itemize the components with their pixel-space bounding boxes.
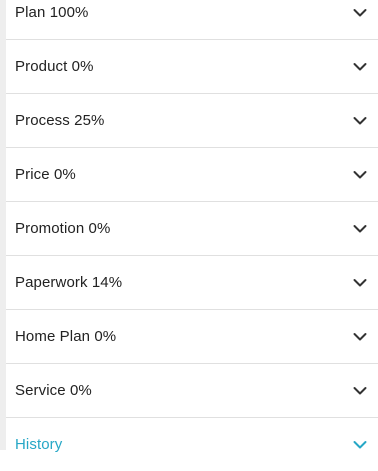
chevron-down-icon[interactable] (352, 383, 368, 399)
chevron-down-icon[interactable] (352, 5, 368, 21)
section-label: Process 25% (15, 112, 105, 129)
chevron-down-icon[interactable] (352, 329, 368, 345)
section-label: Home Plan 0% (15, 328, 117, 345)
section-label: Service 0% (15, 382, 92, 399)
chevron-down-icon[interactable] (352, 437, 368, 453)
section-home-plan[interactable]: Home Plan 0% (6, 310, 378, 364)
chevron-down-icon[interactable] (352, 113, 368, 129)
section-product[interactable]: Product 0% (6, 40, 378, 94)
chevron-down-icon[interactable] (352, 275, 368, 291)
section-label: Plan 100% (15, 4, 89, 21)
section-label: Paperwork 14% (15, 274, 123, 291)
chevron-down-icon[interactable] (352, 167, 368, 183)
section-paperwork[interactable]: Paperwork 14% (6, 256, 378, 310)
section-promotion[interactable]: Promotion 0% (6, 202, 378, 256)
section-label: Price 0% (15, 166, 76, 183)
section-label: Product 0% (15, 58, 94, 75)
section-price[interactable]: Price 0% (6, 148, 378, 202)
section-accordion: Plan 100% Product 0% Process 25% Price 0… (6, 0, 378, 471)
section-label: History (15, 436, 63, 453)
chevron-down-icon[interactable] (352, 221, 368, 237)
section-process[interactable]: Process 25% (6, 94, 378, 148)
section-label: Promotion 0% (15, 220, 111, 237)
section-history[interactable]: History (6, 418, 378, 471)
chevron-down-icon[interactable] (352, 59, 368, 75)
section-plan[interactable]: Plan 100% (6, 0, 378, 40)
section-service[interactable]: Service 0% (6, 364, 378, 418)
